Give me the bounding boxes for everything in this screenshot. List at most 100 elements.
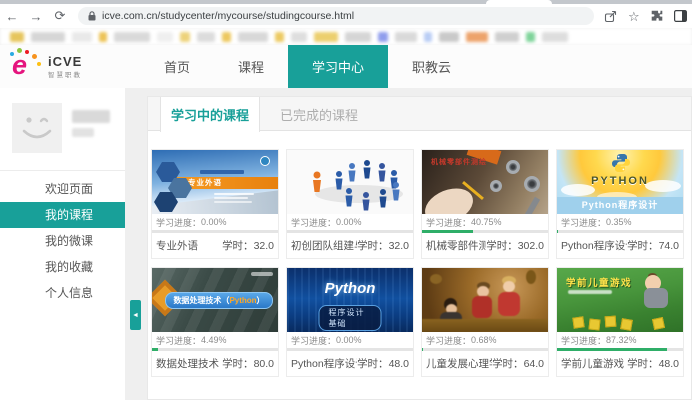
bookmark-item[interactable] (99, 32, 107, 42)
bookmark-item[interactable] (222, 32, 231, 42)
course-info: 学前儿童游戏 学时：48.0 (557, 351, 683, 376)
address-bar[interactable]: icve.com.cn/studycenter/mycourse/studing… (78, 7, 594, 25)
browser-forward-button[interactable]: → (24, 9, 48, 24)
course-thumbnail[interactable]: 机械零部件测绘 (422, 150, 548, 214)
bookmark-item[interactable] (197, 32, 215, 42)
nav-item-vocational-cloud[interactable]: 职教云 (388, 45, 475, 88)
course-progress: 学习进度：0.00% (152, 214, 278, 230)
course-progress: 学习进度：0.00% (287, 332, 413, 348)
content-panel: 学习中的课程 已完成的课程 专业外语 学习进度：0.00% 专业外语 学时：3 (147, 96, 692, 400)
toolbar-actions: ☆ (604, 10, 687, 23)
url-text: icve.com.cn/studycenter/mycourse/studing… (102, 10, 354, 22)
course-card[interactable]: Python 程序设计基础 学习进度：0.00% Python程序设计... 学… (286, 267, 414, 377)
course-card[interactable]: 学前儿童游戏 学习进度：87.32% 学前儿童游戏 学时：48.0 (556, 267, 684, 377)
browser-toolbar: ← → ⟳ icve.com.cn/studycenter/mycourse/s… (0, 4, 692, 28)
course-hours: 学时：32.0 (222, 238, 274, 253)
course-card[interactable]: 学习进度：0.00% 初创团队组建与... 学时：32.0 (286, 149, 414, 259)
course-progress: 学习进度：87.32% (557, 332, 683, 348)
bookmark-item[interactable] (439, 32, 459, 42)
course-title[interactable]: 儿童发展心理学(... (426, 356, 492, 371)
bookmark-item[interactable] (424, 32, 432, 42)
bookmark-item[interactable] (291, 32, 307, 42)
bookmark-item[interactable] (395, 32, 417, 42)
course-progress: 学习进度：40.75% (422, 214, 548, 230)
browser-reload-button[interactable]: ⟳ (48, 8, 72, 24)
bookmark-item[interactable] (275, 32, 284, 42)
bookmark-item[interactable] (238, 32, 268, 42)
bookmark-star-icon[interactable]: ☆ (628, 10, 640, 23)
lock-icon (88, 11, 96, 21)
bookmark-item[interactable] (345, 32, 371, 42)
progress-label: 学习进度： (156, 334, 201, 347)
sidebar-item-my-favorites[interactable]: 我的收藏 (0, 254, 125, 280)
sidebar-menu: 欢迎页面 我的课程 我的微课 我的收藏 个人信息 (0, 176, 125, 306)
bookmark-item[interactable] (157, 32, 173, 42)
course-card[interactable]: 学习进度：0.68% 儿童发展心理学(... 学时：64.0 (421, 267, 549, 377)
progress-label: 学习进度： (561, 216, 606, 229)
bookmark-item[interactable] (114, 32, 150, 42)
course-card[interactable]: PYTHON Python程序设计 学习进度：0.35% Python程序设计 … (556, 149, 684, 259)
progress-label: 学习进度： (291, 334, 336, 347)
course-title[interactable]: Python程序设计 (561, 238, 627, 253)
course-hours: 学时：64.0 (492, 356, 544, 371)
progress-label: 学习进度： (291, 216, 336, 229)
bookmark-item[interactable] (466, 32, 488, 42)
progress-value: 0.68% (471, 335, 497, 345)
progress-value: 0.00% (336, 217, 362, 227)
sidebar-item-welcome[interactable]: 欢迎页面 (0, 176, 125, 202)
extensions-icon[interactable] (651, 10, 663, 22)
course-info: 儿童发展心理学(... 学时：64.0 (422, 351, 548, 376)
course-info: 数据处理技术（P... 学时：80.0 (152, 351, 278, 376)
course-tabbar: 学习中的课程 已完成的课程 (148, 97, 691, 131)
course-title[interactable]: 专业外语 (156, 238, 198, 253)
sidebar-item-my-microcourses[interactable]: 我的微课 (0, 228, 125, 254)
nav-item-home[interactable]: 首页 (140, 45, 214, 88)
icve-logo-mark-icon: e (8, 48, 44, 84)
course-thumbnail[interactable]: 专业外语 (152, 150, 278, 214)
browser-back-button[interactable]: ← (0, 9, 24, 24)
course-info: 机械零部件测绘 学时：302.0 (422, 233, 548, 258)
share-icon[interactable] (604, 10, 617, 23)
sidebar-item-my-courses[interactable]: 我的课程 (0, 202, 125, 228)
progress-value: 0.00% (201, 217, 227, 227)
nav-item-courses[interactable]: 课程 (214, 45, 288, 88)
bookmark-item[interactable] (314, 32, 338, 42)
course-card[interactable]: 机械零部件测绘 学习进度：40.75% 机械零部件测绘 学时：302.0 (421, 149, 549, 259)
progress-value: 40.75% (471, 217, 502, 227)
course-info: 专业外语 学时：32.0 (152, 233, 278, 258)
thumbnail-badge-icon (260, 156, 270, 166)
course-card[interactable]: 专业外语 学习进度：0.00% 专业外语 学时：32.0 (151, 149, 279, 259)
course-thumbnail[interactable] (422, 268, 548, 332)
bookmark-item[interactable] (10, 32, 24, 42)
bookmark-item[interactable] (72, 32, 92, 42)
course-title[interactable]: 数据处理技术（P... (156, 356, 222, 371)
sidebar-collapse-handle[interactable]: ◄ (130, 300, 141, 330)
course-thumbnail[interactable] (287, 150, 413, 214)
bookmark-item[interactable] (526, 32, 535, 42)
tab-completed-courses[interactable]: 已完成的课程 (260, 97, 378, 132)
logo-text: iCVE (48, 54, 82, 69)
course-title[interactable]: 机械零部件测绘 (426, 238, 486, 253)
course-thumbnail[interactable]: Python 程序设计基础 (287, 268, 413, 332)
icve-logo[interactable]: e iCVE 智慧职教 (8, 48, 82, 84)
course-thumbnail[interactable]: 数据处理技术（Python） (152, 268, 278, 332)
course-title[interactable]: 学前儿童游戏 (561, 356, 624, 371)
bookmark-item[interactable] (542, 32, 568, 42)
tab-courses-in-progress[interactable]: 学习中的课程 (160, 97, 260, 132)
nav-item-learning-center[interactable]: 学习中心 (288, 45, 388, 88)
bookmarks-bar (0, 28, 692, 45)
course-thumbnail[interactable]: 学前儿童游戏 (557, 268, 683, 332)
bookmark-item[interactable] (31, 32, 65, 42)
course-hours: 学时：302.0 (486, 238, 544, 253)
course-card[interactable]: 数据处理技术（Python） 学习进度：4.49% 数据处理技术（P... 学时… (151, 267, 279, 377)
course-hours: 学时：32.0 (357, 238, 409, 253)
side-panel-icon[interactable] (674, 10, 687, 22)
course-thumbnail[interactable]: PYTHON Python程序设计 (557, 150, 683, 214)
bookmark-item[interactable] (180, 32, 190, 42)
bookmark-item[interactable] (495, 32, 519, 42)
bookmark-item[interactable] (378, 32, 388, 42)
user-name-redacted (72, 128, 94, 137)
course-title[interactable]: Python程序设计... (291, 356, 357, 371)
course-title[interactable]: 初创团队组建与... (291, 238, 357, 253)
sidebar-item-personal-info[interactable]: 个人信息 (0, 280, 125, 306)
